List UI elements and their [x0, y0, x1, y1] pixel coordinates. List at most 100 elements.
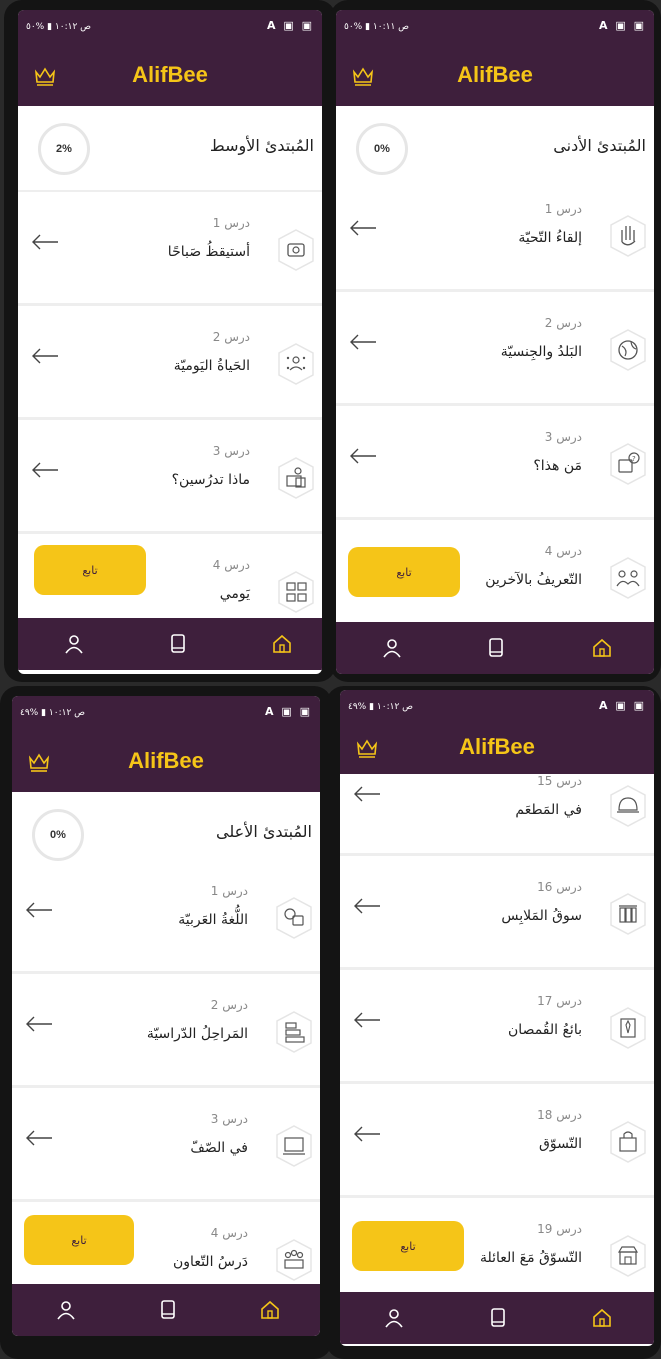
status-time: ص ١٠:١٢ ▮ %٤٩	[20, 708, 86, 718]
status-icons: A ▣ ▣	[267, 19, 314, 32]
team-icon	[276, 1239, 312, 1281]
arrow-left-icon[interactable]	[348, 446, 378, 466]
lesson-number: درس 16	[537, 880, 582, 894]
level-header: 2% المُبتدئ الأوسط	[18, 106, 322, 192]
bottom-nav	[340, 1292, 654, 1344]
arrow-left-icon[interactable]	[348, 332, 378, 352]
level-title: المُبتدئ الأعلى	[216, 822, 312, 841]
lesson-item[interactable]: درس 1 أستيقظُ صَباحًا	[18, 194, 322, 306]
screen-intermediate-level: ص ١٠:١٢ ▮ %٥٠ A ▣ ▣ AlifBee 2% المُبتدئ …	[18, 10, 322, 674]
lesson-item[interactable]: درس 2 المَراحِلُ الدّراسيّة	[12, 976, 320, 1088]
lesson-item[interactable]: درس 15 في المَطعَم	[340, 774, 654, 856]
status-icons: A ▣ ▣	[599, 699, 646, 712]
arrow-left-icon[interactable]	[352, 1010, 382, 1030]
lesson-title: الحَياةُ اليَوميّة	[173, 358, 250, 374]
store-icon	[610, 1235, 646, 1277]
lesson-number: درس 4	[210, 1226, 248, 1240]
arrow-left-icon[interactable]	[352, 896, 382, 916]
lesson-item[interactable]: درس 2 البَلدُ والجِنسيّة	[336, 294, 654, 406]
book-icon[interactable]	[486, 1306, 510, 1330]
bottom-nav	[12, 1284, 320, 1336]
lesson-number: درس 2	[210, 998, 248, 1012]
lesson-title: التّسوّقُ مَعَ العائلة	[479, 1250, 582, 1266]
app-logo: AlifBee	[457, 62, 533, 87]
user-icon[interactable]	[382, 1306, 406, 1330]
lesson-number: درس 19	[537, 1222, 582, 1236]
lesson-title: إلقاءُ التّحيّة	[518, 230, 582, 246]
continue-button[interactable]: تابع	[34, 545, 146, 595]
status-icons: A ▣ ▣	[265, 705, 312, 718]
arrow-left-icon[interactable]	[352, 1124, 382, 1144]
lesson-title: في المَطعَم	[515, 802, 582, 818]
home-icon[interactable]	[270, 632, 294, 656]
lesson-title: البَلدُ والجِنسيّة	[500, 344, 582, 360]
app-bar: AlifBee	[18, 44, 322, 106]
lesson-title: مَن هذا؟	[533, 458, 582, 474]
status-icons: A ▣ ▣	[599, 19, 646, 32]
lesson-item[interactable]: درس 18 التّسوّق	[340, 1086, 654, 1198]
restaurant-cloche-icon	[610, 785, 646, 827]
arrow-left-icon[interactable]	[348, 218, 378, 238]
status-bar: ص ١٠:١٢ ▮ %٤٩ A ▣ ▣	[340, 690, 654, 724]
status-bar: ص ١٠:١٢ ▮ %٤٩ A ▣ ▣	[12, 696, 320, 730]
book-icon[interactable]	[156, 1298, 180, 1322]
level-title: المُبتدئ الأدنى	[553, 136, 646, 155]
status-time: ص ١٠:١٢ ▮ %٤٩	[348, 702, 414, 712]
lesson-title: المَراحِلُ الدّراسيّة	[146, 1026, 248, 1042]
progress-ring: 0%	[32, 809, 84, 861]
screen-lower-level: ص ١٠:١١ ▮ %٥٠ A ▣ ▣ AlifBee 0% المُبتدئ …	[336, 10, 654, 674]
home-icon[interactable]	[590, 636, 614, 660]
lesson-item[interactable]: درس 3 ماذا تدرُسين؟	[18, 422, 322, 534]
lesson-item[interactable]: درس 17 بائعُ القُمصان	[340, 972, 654, 1084]
lesson-item[interactable]: درس 2 الحَياةُ اليَوميّة	[18, 308, 322, 420]
lesson-title: التّسوّق	[539, 1136, 582, 1152]
status-bar: ص ١٠:١٢ ▮ %٥٠ A ▣ ▣	[18, 10, 322, 44]
arrow-left-icon[interactable]	[30, 346, 60, 366]
home-icon[interactable]	[590, 1306, 614, 1330]
book-icon[interactable]	[484, 636, 508, 660]
daily-life-icon	[278, 343, 314, 385]
question-card-icon: ?	[610, 443, 646, 485]
lesson-number: درس 17	[537, 994, 582, 1008]
lesson-item[interactable]: درس 1 إلقاءُ التّحيّة	[336, 180, 654, 292]
lesson-number: درس 2	[212, 330, 250, 344]
level-title: المُبتدئ الأوسط	[209, 136, 314, 155]
user-icon[interactable]	[380, 636, 404, 660]
progress-ring: 2%	[38, 123, 90, 175]
lesson-number: درس 15	[537, 774, 582, 788]
arrow-left-icon[interactable]	[352, 784, 382, 804]
lesson-item[interactable]: ? درس 3 مَن هذا؟	[336, 408, 654, 520]
lesson-number: درس 3	[544, 430, 582, 444]
speech-bubbles-icon	[276, 897, 312, 939]
arrow-left-icon[interactable]	[24, 1128, 54, 1148]
hand-wave-icon	[610, 215, 646, 257]
screen-lessons-list: ص ١٠:١٢ ▮ %٤٩ A ▣ ▣ AlifBee درس 15 في ال…	[340, 690, 654, 1346]
continue-button[interactable]: تابع	[24, 1215, 134, 1265]
lesson-title: دَرسُ التّعاون	[173, 1254, 248, 1270]
bottom-nav	[18, 618, 322, 670]
arrow-left-icon[interactable]	[24, 900, 54, 920]
arrow-left-icon[interactable]	[30, 460, 60, 480]
continue-button[interactable]: تابع	[352, 1221, 464, 1271]
lesson-number: درس 18	[537, 1108, 582, 1122]
user-icon[interactable]	[62, 632, 86, 656]
arrow-left-icon[interactable]	[30, 232, 60, 252]
lesson-title: بائعُ القُمصان	[508, 1022, 582, 1038]
status-time: ص ١٠:١١ ▮ %٥٠	[344, 22, 410, 32]
lesson-number: درس 4	[212, 558, 250, 572]
lesson-item[interactable]: درس 16 سوقُ المَلابِس	[340, 858, 654, 970]
continue-button[interactable]: تابع	[348, 547, 460, 597]
lesson-item[interactable]: درس 1 اللُّغةُ العَربيّة	[12, 862, 320, 974]
status-bar: ص ١٠:١١ ▮ %٥٠ A ▣ ▣	[336, 10, 654, 44]
clothes-rack-icon	[610, 893, 646, 935]
book-icon[interactable]	[166, 632, 190, 656]
people-meet-icon	[610, 557, 646, 599]
lesson-title: في الصّفّ	[190, 1140, 248, 1156]
arrow-left-icon[interactable]	[24, 1014, 54, 1034]
user-icon[interactable]	[54, 1298, 78, 1322]
home-icon[interactable]	[258, 1298, 282, 1322]
status-time: ص ١٠:١٢ ▮ %٥٠	[26, 22, 92, 32]
lesson-item[interactable]: درس 3 في الصّفّ	[12, 1090, 320, 1202]
app-logo: AlifBee	[459, 734, 535, 759]
alarm-clock-icon	[278, 229, 314, 271]
